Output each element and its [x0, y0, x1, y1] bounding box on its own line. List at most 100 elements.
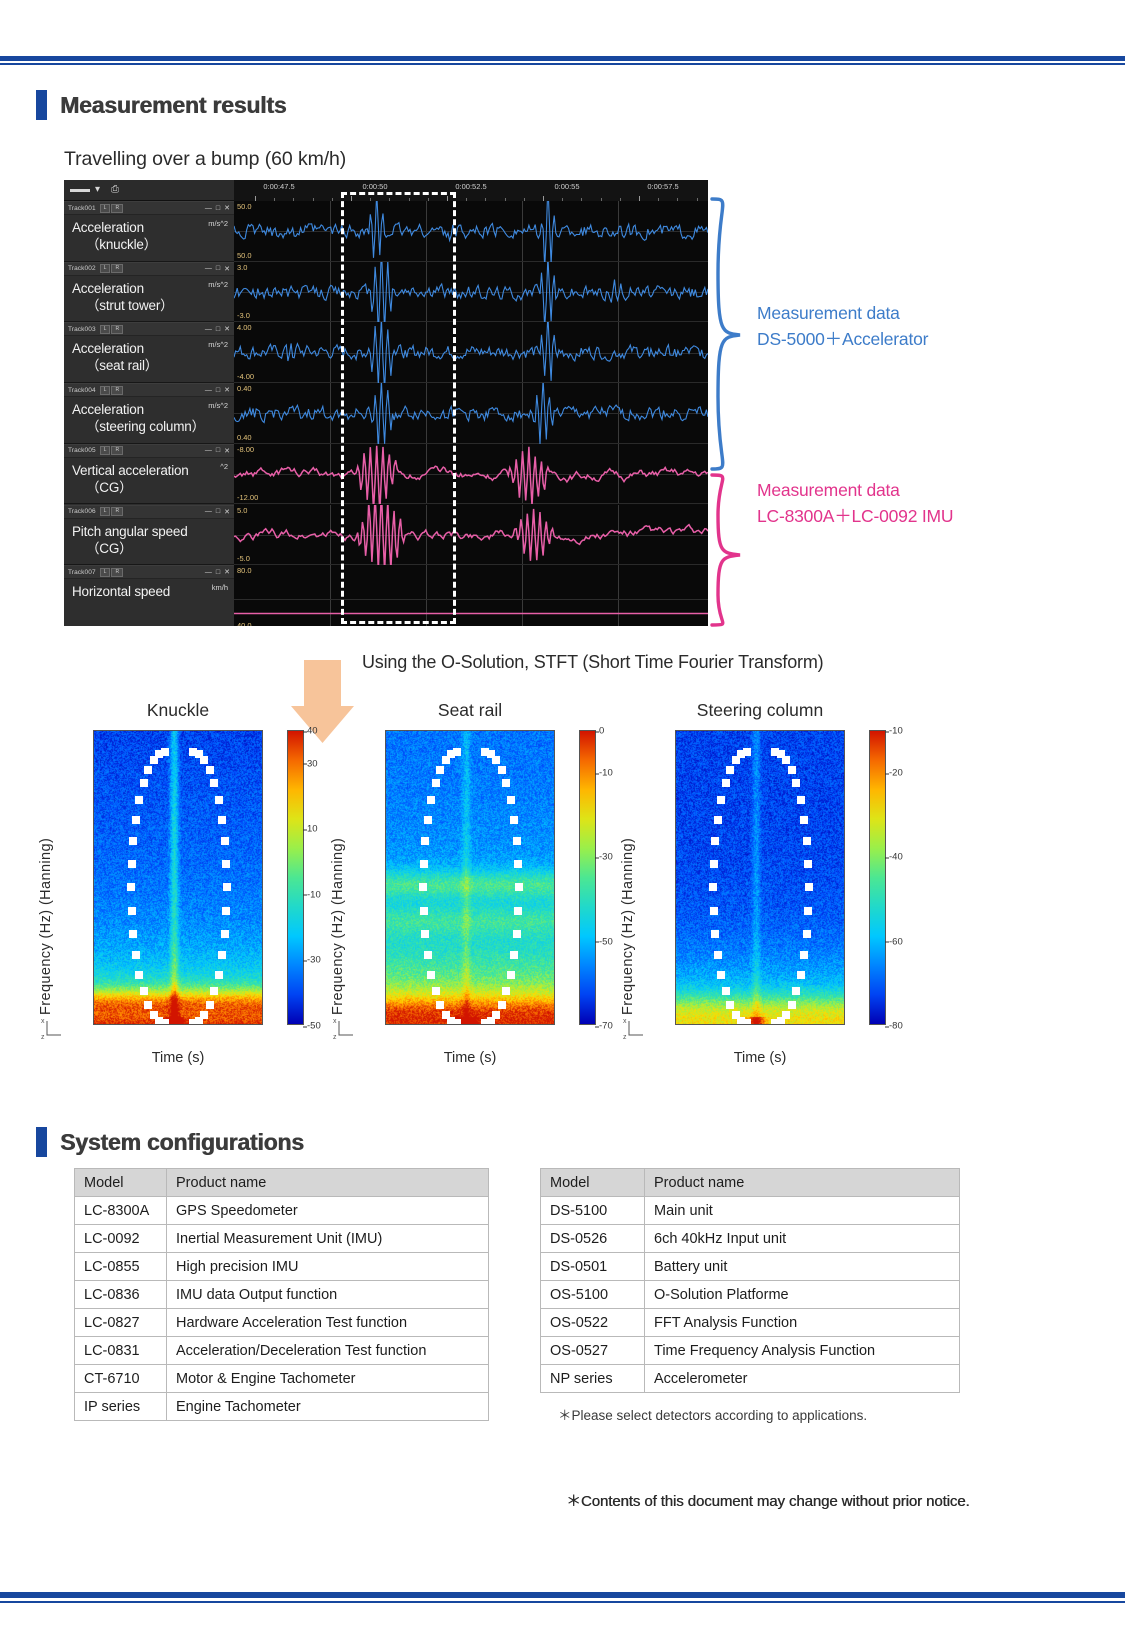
- window-buttons[interactable]: — □ ✕: [205, 508, 230, 516]
- maximize-button[interactable]: □: [216, 326, 220, 333]
- printer-icon[interactable]: ⎙: [111, 185, 119, 195]
- channel-l-button[interactable]: L: [99, 385, 111, 395]
- channel-lr-toggle[interactable]: LR: [99, 385, 124, 395]
- svg-text:x: x: [41, 1018, 45, 1025]
- y-axis-tick: 0: [675, 1021, 676, 1026]
- close-button[interactable]: ✕: [224, 325, 230, 333]
- y-axis-tick: 5k: [386, 731, 387, 732]
- track-header-bar[interactable]: Track004 L R — □ ✕: [64, 384, 234, 398]
- overlay-dot: [144, 1000, 153, 1009]
- window-buttons[interactable]: — □ ✕: [205, 386, 230, 395]
- cell-product-name: Acceleration/Deceleration Test function: [166, 1336, 489, 1365]
- window-buttons[interactable]: — □ ✕: [205, 265, 230, 273]
- maximize-button[interactable]: □: [216, 265, 220, 272]
- overlay-dot: [506, 796, 515, 805]
- track-waveform-plot[interactable]: -8.00 -12.00: [234, 443, 708, 505]
- track-header-bar[interactable]: Track001 L R — □ ✕: [64, 202, 234, 215]
- close-button[interactable]: ✕: [224, 447, 230, 455]
- overlay-dot: [127, 859, 136, 868]
- spectrogram-canvas[interactable]: 0 1k 2k 3k 4k 5k 0.1 1.1 2.1 3.1: [675, 730, 845, 1025]
- spectrogram-canvas[interactable]: 0 1k 2k 3k 4k 5k 0.1 1.1 2.1 3.1: [385, 730, 555, 1025]
- minimize-button[interactable]: —: [205, 265, 212, 272]
- close-button[interactable]: ✕: [224, 508, 230, 516]
- brace-upper: [710, 197, 741, 471]
- minimize-button[interactable]: —: [205, 205, 212, 212]
- maximize-button[interactable]: □: [216, 569, 220, 576]
- track-header[interactable]: Track006 L R — □ ✕ Pitch angular speed （CG）: [64, 504, 234, 566]
- window-buttons[interactable]: — □ ✕: [205, 568, 230, 577]
- close-button[interactable]: ✕: [224, 386, 230, 394]
- channel-r-button[interactable]: R: [111, 446, 124, 456]
- y-axis-label: Frequency (Hz) (Hanning): [38, 837, 54, 1015]
- minimize-button[interactable]: —: [205, 569, 212, 576]
- spectrogram-title: Seat rail: [437, 700, 503, 720]
- minimize-button[interactable]: —: [205, 508, 212, 515]
- colorbar-tick: -10: [885, 726, 903, 737]
- channel-l-button[interactable]: L: [99, 203, 111, 213]
- section-accent-bar: [36, 90, 47, 120]
- channel-l-button[interactable]: L: [99, 507, 111, 516]
- track-header[interactable]: Track003 L R — □ ✕ Acceleration （seat rail） m/s^…: [64, 322, 234, 384]
- channel-lr-toggle[interactable]: LR: [99, 507, 124, 516]
- track-header[interactable]: Track001 L R — □ ✕ Acceleration （knuckle） m/s^2: [64, 201, 234, 262]
- waveform-toolbar[interactable]: ▬▬ ▾ ⎙: [64, 180, 234, 201]
- channel-r-button[interactable]: R: [111, 507, 124, 516]
- minimize-button[interactable]: —: [205, 326, 212, 333]
- channel-r-button[interactable]: R: [111, 324, 124, 334]
- channel-r-button[interactable]: R: [111, 567, 124, 577]
- overlay-dot: [510, 951, 519, 960]
- overlay-dot: [721, 987, 730, 996]
- channel-lr-toggle[interactable]: LR: [99, 264, 124, 274]
- track-waveform-plot[interactable]: 4.00 -4.00: [234, 322, 708, 384]
- track-header-bar[interactable]: Track006 L R — □ ✕: [64, 505, 234, 519]
- overlay-dot: [427, 796, 436, 805]
- overlay-dot: [214, 970, 223, 979]
- maximize-button[interactable]: □: [216, 387, 220, 394]
- close-button[interactable]: ✕: [224, 568, 230, 576]
- track-header-bar[interactable]: Track005 L R — □ ✕: [64, 444, 234, 458]
- channel-r-button[interactable]: R: [111, 385, 124, 395]
- overlay-dot: [139, 987, 148, 996]
- channel-r-button[interactable]: R: [111, 264, 124, 274]
- window-buttons[interactable]: — □ ✕: [205, 204, 230, 213]
- minimize-button[interactable]: —: [205, 447, 212, 454]
- maximize-button[interactable]: □: [216, 447, 220, 454]
- spectrogram-canvas[interactable]: 0 1k 2k 3k 4k 5k 0.1 1.1 2.1 3.1: [93, 730, 263, 1025]
- overlay-dot: [214, 796, 223, 805]
- maximize-button[interactable]: □: [216, 508, 220, 515]
- track-header-bar[interactable]: Track003 L R — □ ✕: [64, 323, 234, 337]
- track-waveform-plot[interactable]: 50.0 50.0: [234, 201, 708, 262]
- maximize-button[interactable]: □: [216, 205, 220, 212]
- track-waveform-plot[interactable]: 3.0 -3.0: [234, 261, 708, 323]
- channel-r-button[interactable]: R: [111, 203, 124, 213]
- overlay-dot: [218, 815, 227, 824]
- track-header-bar[interactable]: Track002 L R — □ ✕: [64, 262, 234, 276]
- channel-lr-toggle[interactable]: LR: [99, 446, 124, 456]
- channel-l-button[interactable]: L: [99, 446, 111, 456]
- channel-lr-toggle[interactable]: LR: [99, 203, 124, 213]
- cell-model: OS-5100: [540, 1280, 645, 1309]
- track-header[interactable]: Track007 L R — □ ✕ Horizontal speed km/h: [64, 565, 234, 626]
- channel-l-button[interactable]: L: [99, 264, 111, 274]
- table-row: LC-0827 Hardware Acceleration Test functi…: [74, 1308, 489, 1337]
- channel-l-button[interactable]: L: [99, 324, 111, 334]
- track-header[interactable]: Track004 L R — □ ✕ Acceleration （steering colum…: [64, 383, 234, 444]
- window-buttons[interactable]: — □ ✕: [205, 447, 230, 455]
- y-axis-label: Frequency (Hz) (Hanning): [620, 837, 636, 1015]
- close-button[interactable]: ✕: [224, 265, 230, 273]
- minimize-button[interactable]: —: [205, 387, 212, 394]
- channel-l-button[interactable]: L: [99, 567, 111, 577]
- track-waveform-plot[interactable]: 0.40 0.40: [234, 383, 708, 444]
- track-waveform-plot[interactable]: 80.0 40.0: [234, 565, 708, 626]
- monitor-icon[interactable]: ▬▬: [70, 185, 90, 195]
- chevron-down-icon[interactable]: ▾: [95, 185, 100, 195]
- track-header[interactable]: Track005 L R — □ ✕ Vertical acceleration （CG） ^2: [64, 443, 234, 505]
- track-header[interactable]: Track002 L R — □ ✕ Acceleration （strut tower） m/…: [64, 261, 234, 323]
- window-buttons[interactable]: — □ ✕: [205, 325, 230, 334]
- channel-lr-toggle[interactable]: LR: [99, 324, 124, 334]
- waveform-analyzer-window[interactable]: ▬▬ ▾ ⎙ 0:00:47.5 0:00:50 0:00:52.5 0:00:55 0…: [64, 180, 708, 626]
- track-waveform-plot[interactable]: 5.0 -5.0: [234, 504, 708, 566]
- close-button[interactable]: ✕: [224, 204, 230, 212]
- track-header-bar[interactable]: Track007 L R — □ ✕: [64, 566, 234, 580]
- channel-lr-toggle[interactable]: LR: [99, 567, 124, 577]
